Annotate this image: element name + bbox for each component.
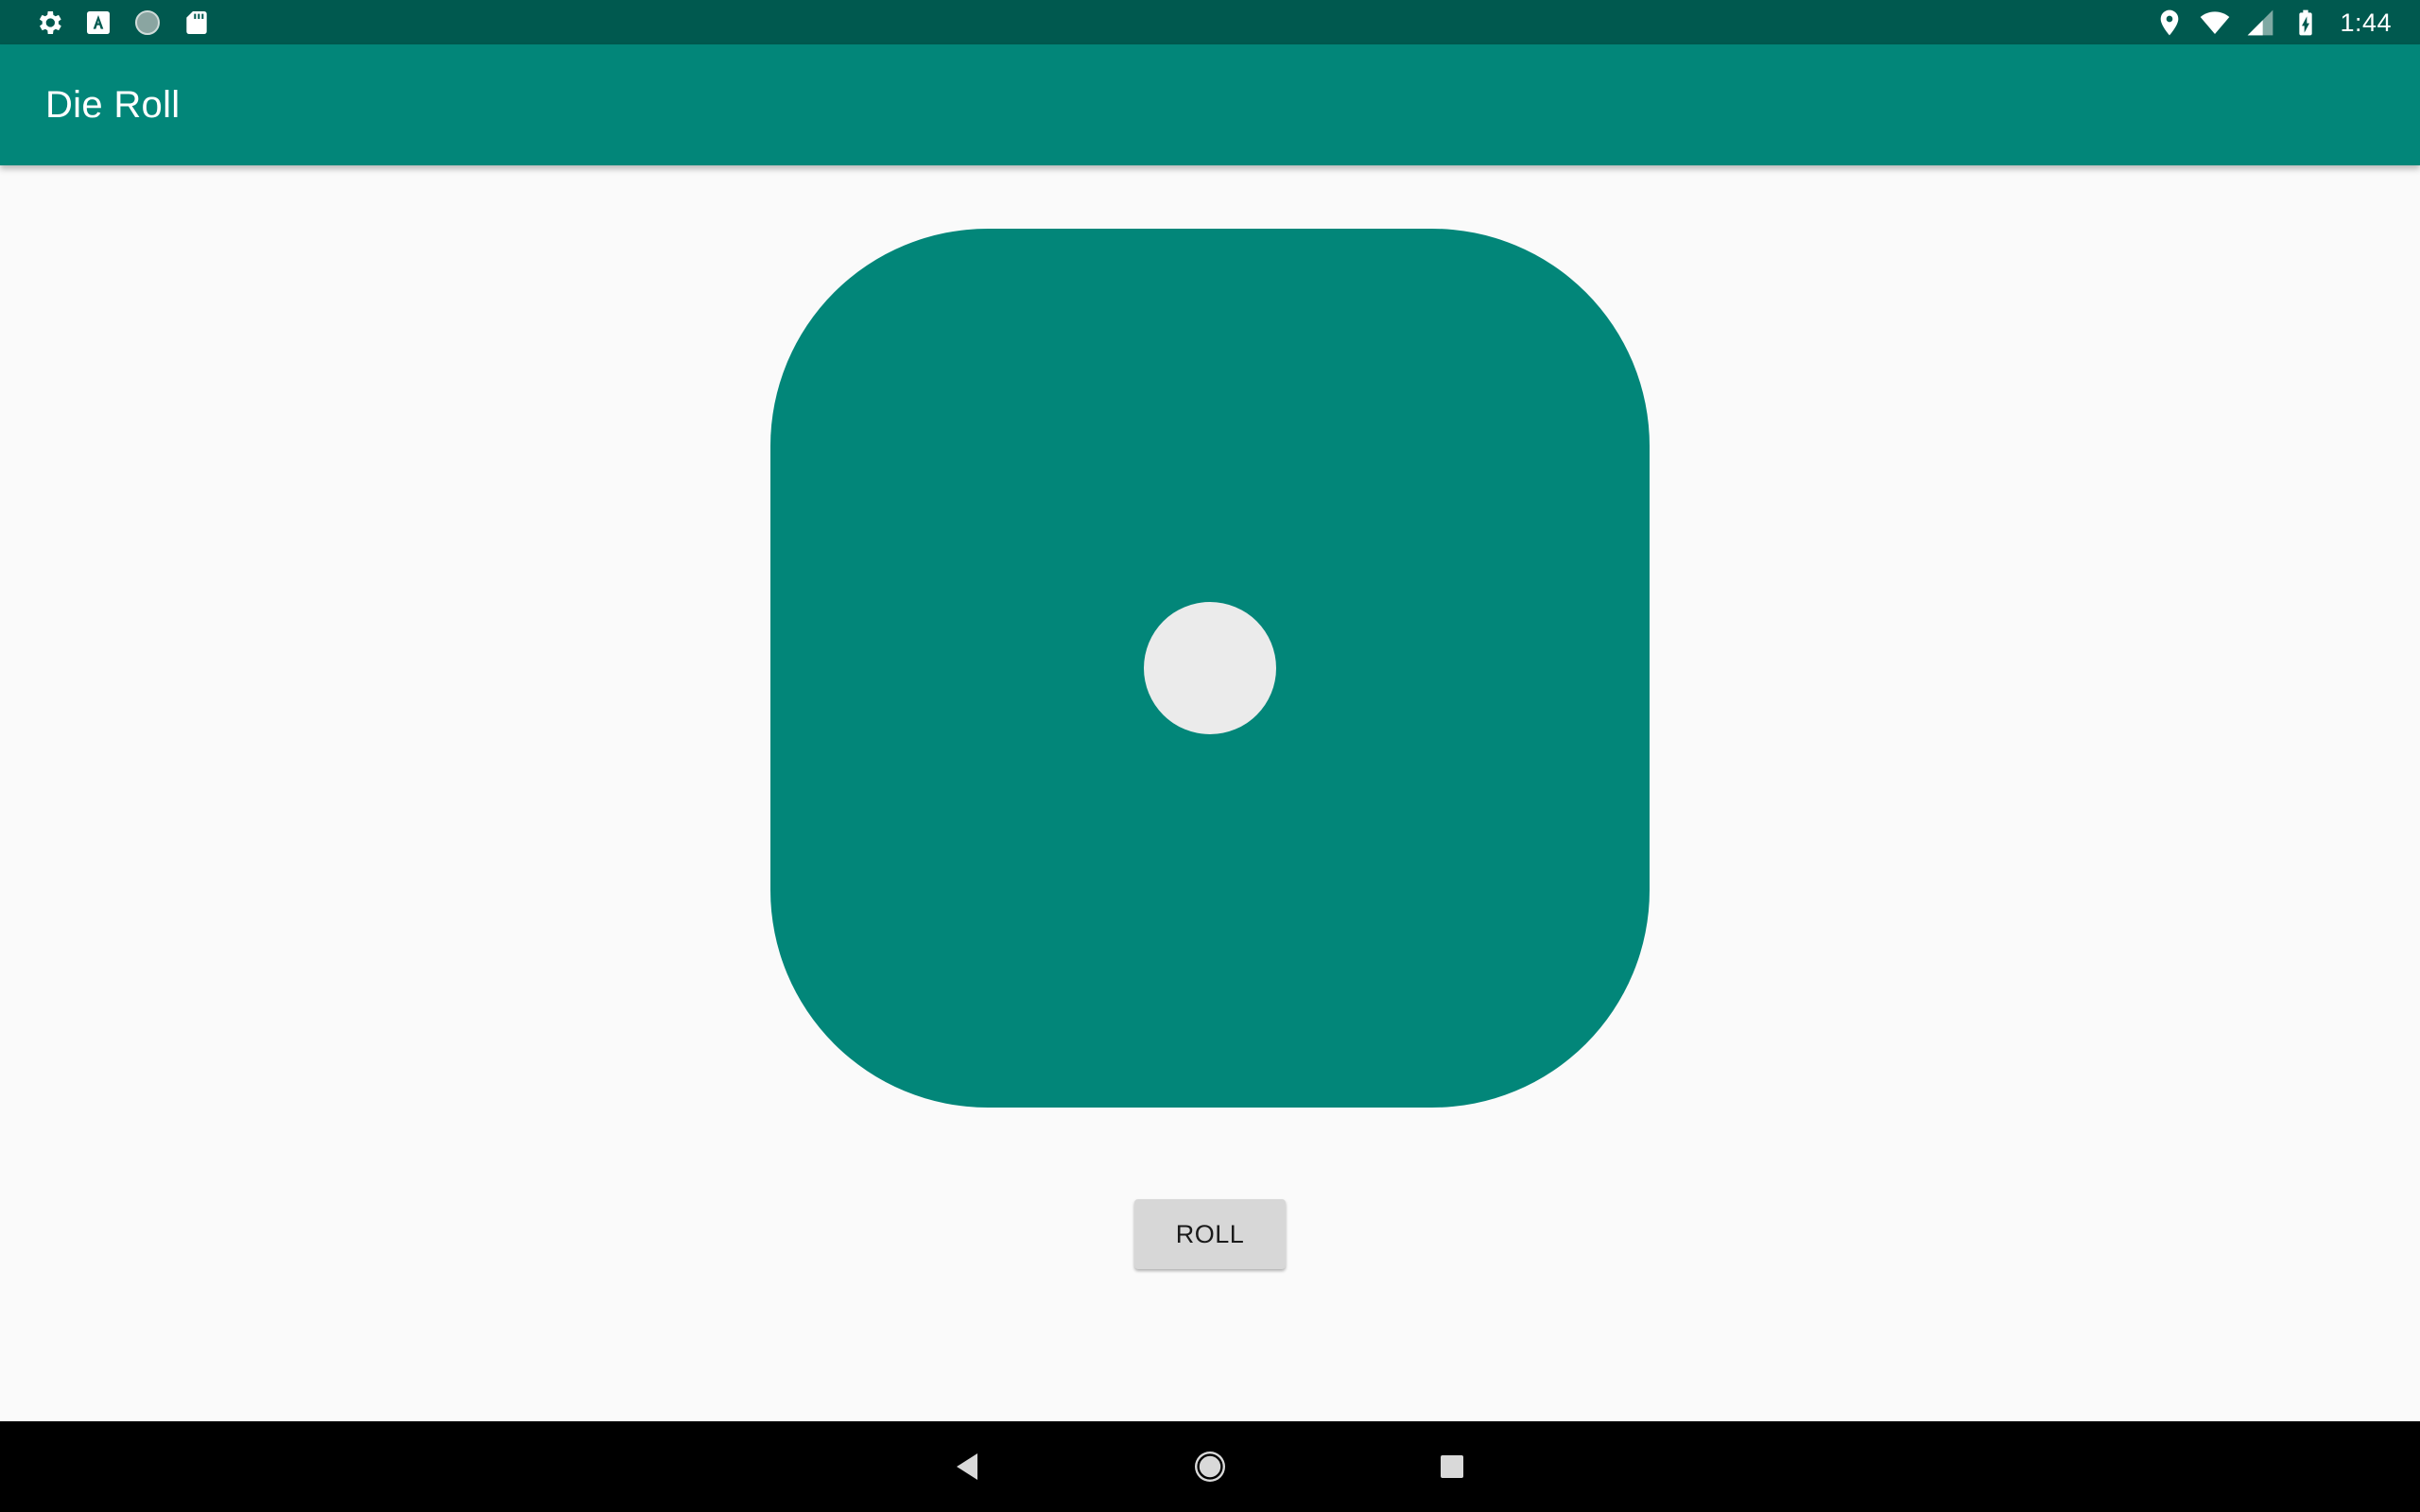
text-a-icon (87, 11, 110, 34)
roll-button[interactable]: ROLL (1134, 1199, 1286, 1269)
sd-card-icon (186, 11, 207, 34)
back-icon[interactable] (945, 1444, 991, 1489)
app-title: Die Roll (45, 84, 181, 126)
circle-icon (135, 10, 160, 35)
status-bar: 1:44 (0, 0, 2420, 44)
status-time: 1:44 (2340, 8, 2392, 37)
recents-icon[interactable] (1429, 1444, 1475, 1489)
nav-bar (0, 1421, 2420, 1512)
die-area (770, 229, 1650, 1108)
gear-icon (39, 11, 61, 34)
die-face (770, 229, 1650, 1108)
location-icon (2161, 9, 2179, 36)
cell-signal-icon (2248, 9, 2273, 36)
battery-icon (2299, 9, 2313, 36)
status-left-icons (34, 8, 212, 38)
die-pip (1144, 602, 1276, 734)
status-right-icons: 1:44 (2154, 8, 2392, 38)
wifi-icon (2201, 11, 2230, 34)
app-bar: Die Roll (0, 44, 2420, 165)
home-icon[interactable] (1187, 1444, 1233, 1489)
